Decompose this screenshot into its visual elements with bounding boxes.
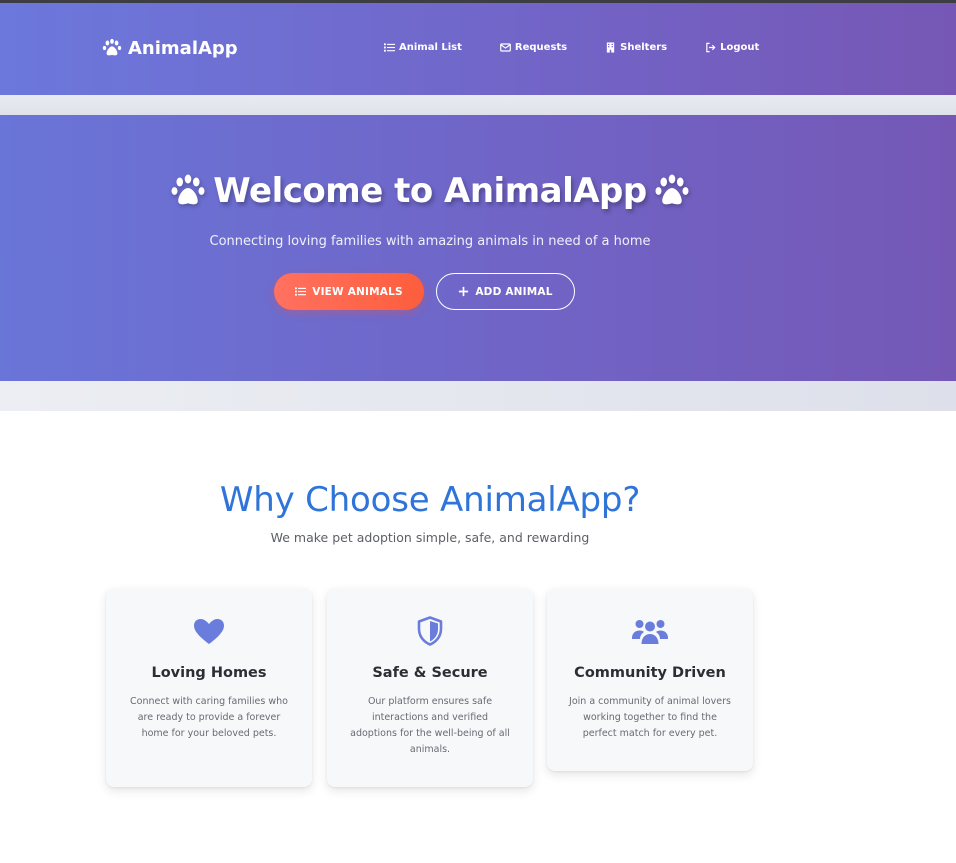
navbar-divider xyxy=(0,95,956,115)
button-label: ADD ANIMAL xyxy=(475,285,553,298)
nav-link-label: Logout xyxy=(720,41,760,53)
nav-link-label: Animal List xyxy=(399,41,462,53)
logout-icon xyxy=(706,42,716,52)
button-label: VIEW ANIMALS xyxy=(312,285,403,298)
nav-link-label: Shelters xyxy=(620,41,668,53)
building-icon xyxy=(606,41,615,53)
users-icon xyxy=(632,620,668,644)
plus-icon xyxy=(459,286,469,297)
brand-name: AnimalApp xyxy=(128,37,238,59)
view-animals-button[interactable]: VIEW ANIMALS xyxy=(274,273,424,310)
card-text: Our platform ensures safe interactions a… xyxy=(350,696,510,755)
features-subtitle: We make pet adoption simple, safe, and r… xyxy=(270,530,590,545)
card-text: Connect with caring families who are rea… xyxy=(130,696,288,739)
feature-card-safe-secure: Safe & Secure Our platform ensures safe … xyxy=(327,588,533,787)
hero-title: Welcome to AnimalApp xyxy=(213,171,647,211)
card-text: Join a community of animal lovers workin… xyxy=(569,696,731,739)
nav-links: Animal List Requests Shelters Logout xyxy=(384,40,759,54)
nav-link-logout[interactable]: Logout xyxy=(705,40,759,54)
hero-subtitle: Connecting loving families with amazing … xyxy=(209,234,651,249)
nav-link-animal-list[interactable]: Animal List xyxy=(384,40,462,54)
list-icon xyxy=(384,42,395,52)
card-title: Community Driven xyxy=(574,665,726,681)
paw-icon xyxy=(102,38,122,56)
hero-section: Welcome to AnimalApp Connecting loving f… xyxy=(0,115,956,381)
feature-card-community-driven: Community Driven Join a community of ani… xyxy=(547,588,753,771)
heart-icon xyxy=(194,619,224,644)
list-icon xyxy=(295,287,307,296)
navbar: AnimalApp Animal List Requests Shelters … xyxy=(0,3,956,95)
envelope-icon xyxy=(500,42,511,52)
hero-divider xyxy=(0,381,956,411)
card-title: Safe & Secure xyxy=(372,665,488,681)
hero-title-row: Welcome to AnimalApp xyxy=(0,171,860,211)
card-icon-wrap xyxy=(327,616,533,646)
paw-icon xyxy=(655,174,689,205)
nav-link-shelters[interactable]: Shelters xyxy=(605,40,667,54)
card-title: Loving Homes xyxy=(151,665,267,681)
paw-icon xyxy=(171,174,205,205)
card-icon-wrap xyxy=(547,616,753,646)
card-icon-wrap xyxy=(106,616,312,646)
brand-link[interactable]: AnimalApp xyxy=(102,36,238,60)
add-animal-button[interactable]: ADD ANIMAL xyxy=(436,273,575,310)
shield-icon xyxy=(417,616,443,646)
nav-link-requests[interactable]: Requests xyxy=(500,40,567,54)
nav-link-label: Requests xyxy=(514,41,568,53)
features-title: Why Choose AnimalApp? xyxy=(219,480,641,520)
feature-card-loving-homes: Loving Homes Connect with caring familie… xyxy=(106,588,312,787)
hero-buttons: VIEW ANIMALS ADD ANIMAL xyxy=(274,273,575,310)
